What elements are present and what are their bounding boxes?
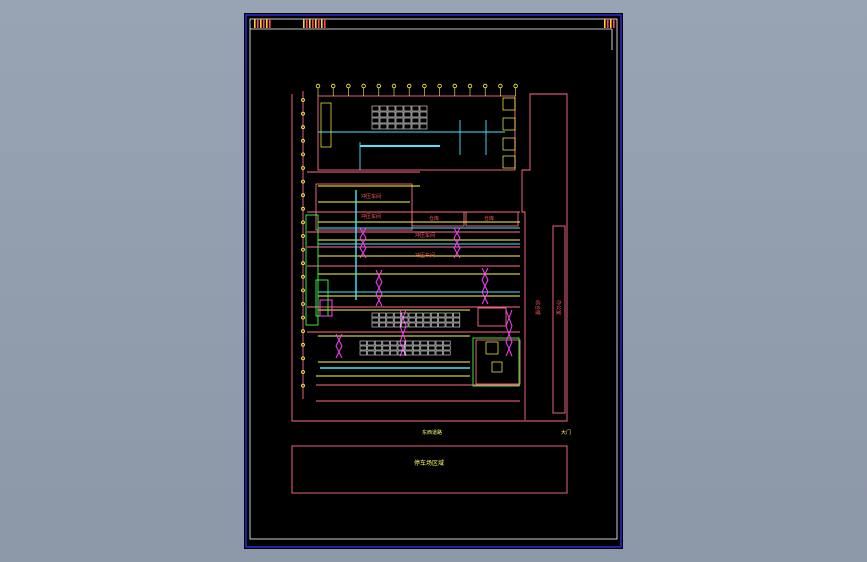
label-road: 东西道路: [422, 429, 442, 436]
title-tick: [260, 19, 262, 28]
label-workshop-2: 冲压车间: [361, 213, 381, 220]
label-workshop-1: 冲压车间: [361, 193, 381, 200]
title-tick: [306, 19, 308, 28]
title-tick: [604, 19, 606, 28]
title-tick: [269, 19, 271, 28]
title-tick: [254, 19, 256, 28]
title-tick: [321, 19, 323, 28]
title-tick: [324, 19, 326, 28]
title-tick: [257, 19, 259, 28]
title-tick: [312, 19, 314, 28]
drawing-canvas[interactable]: 冲压车间 冲压车间 冲压车间 冲压车间 仓库 仓库 东西道路 大门 停车场区域 …: [0, 0, 867, 562]
title-tick: [613, 19, 615, 28]
label-store-a: 仓库: [429, 215, 439, 222]
title-tick: [263, 19, 265, 28]
label-gate: 大门: [561, 429, 571, 436]
cad-viewport[interactable]: 冲压车间 冲压车间 冲压车间 冲压车间 仓库 仓库 东西道路 大门 停车场区域 …: [0, 0, 867, 562]
label-store-b: 仓库: [484, 215, 494, 222]
label-workshop-3: 冲压车间: [415, 232, 435, 239]
title-tick: [309, 19, 311, 28]
title-tick: [266, 19, 268, 28]
drawing-sheet: [244, 13, 623, 549]
title-tick: [607, 19, 609, 28]
title-tick: [303, 19, 305, 28]
title-tick: [315, 19, 317, 28]
label-workshop-4: 冲压车间: [415, 252, 435, 259]
label-office-right: 办公室: [555, 300, 562, 315]
title-tick: [318, 19, 320, 28]
label-office-left: 综合楼: [534, 300, 541, 315]
label-parking: 停车场区域: [414, 459, 444, 467]
title-tick: [610, 19, 612, 28]
